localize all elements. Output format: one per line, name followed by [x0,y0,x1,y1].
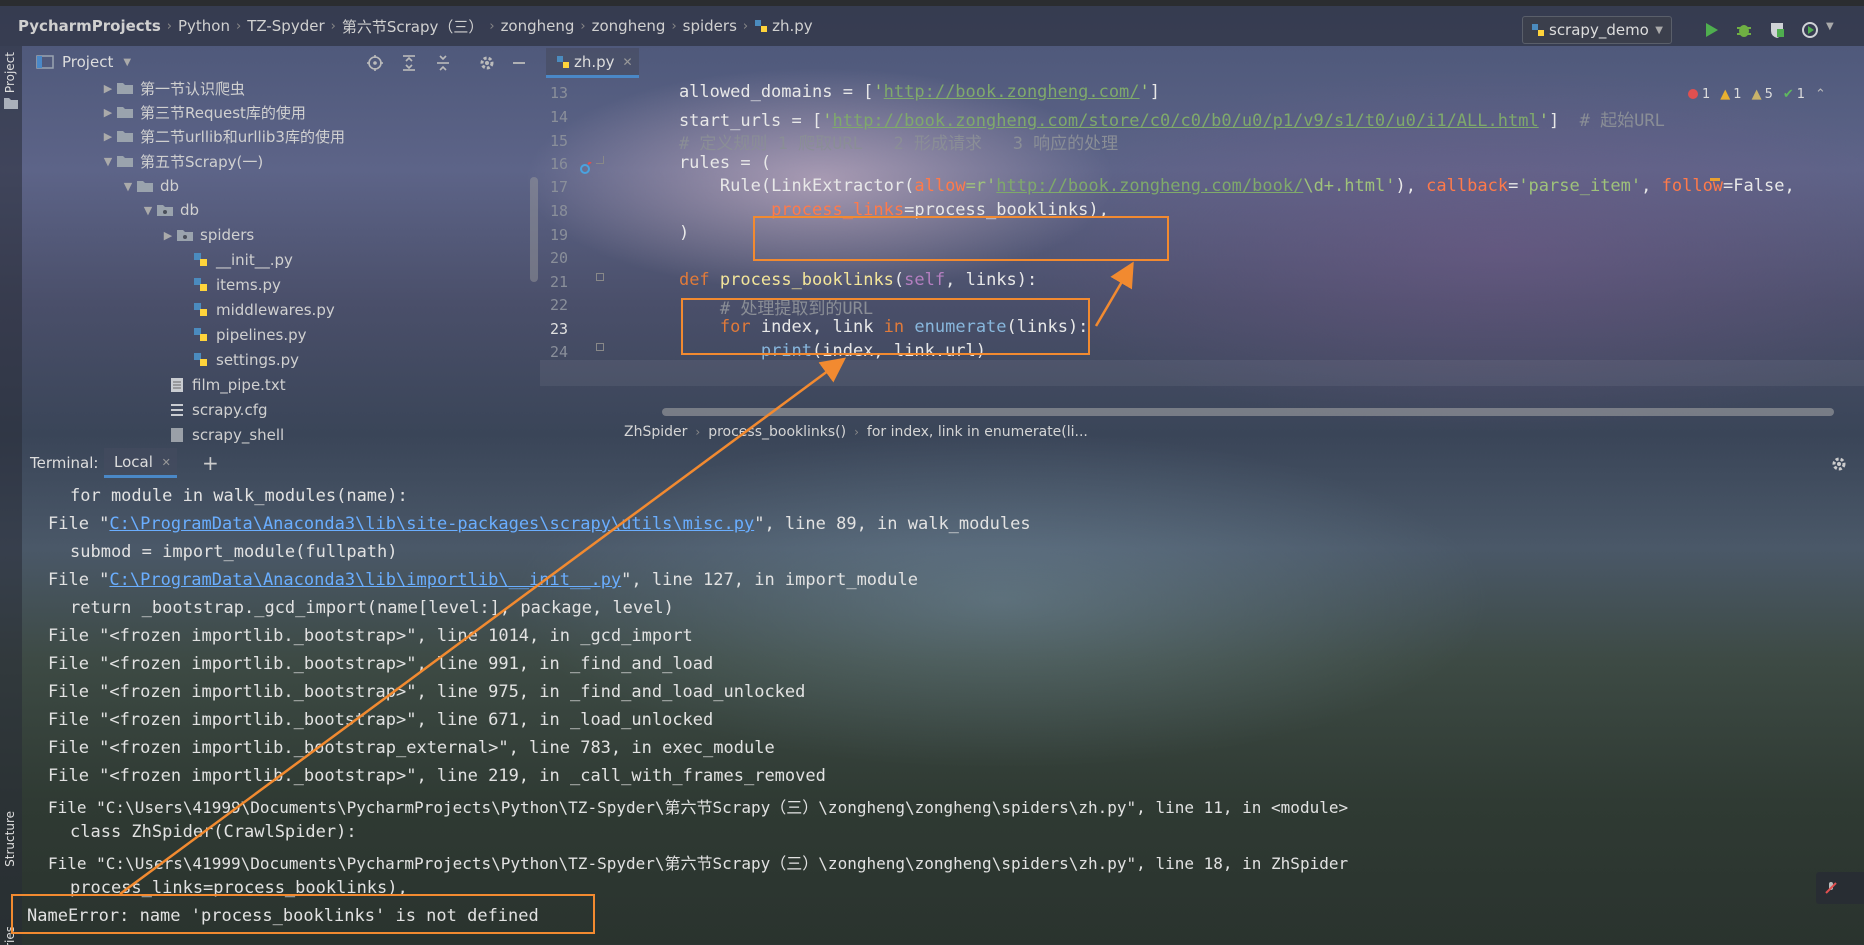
arrow-error-to-def [119,357,847,896]
annotation-arrows [119,261,1134,896]
arrow-def-to-rule [1094,261,1134,327]
